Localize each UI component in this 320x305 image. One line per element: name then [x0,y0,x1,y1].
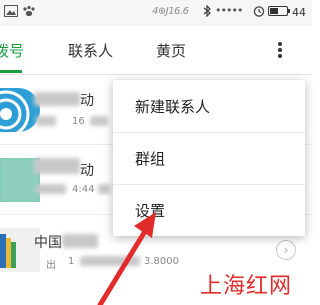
status-bar: 4⊕J16.6 ••••• 44 [0,0,312,26]
call-number-start: 1 [68,256,75,267]
more-options-icon[interactable] [270,36,290,64]
call-number-end: 3.8000 [144,256,179,267]
image-icon [4,5,18,17]
contact-name: 中国 [34,235,62,251]
call-time: 4:44 [72,184,95,195]
signal-dots: ••••• [215,4,243,17]
watermark-text: 上海红网 [200,274,293,299]
blurred-meta [98,184,110,194]
menu-item-label: 群组 [135,150,166,168]
overflow-menu: 新建联系人 群组 设置 [113,80,305,236]
call-meta: 16 [72,116,85,127]
menu-item-label: 设置 [135,202,166,220]
blurred-name [62,234,98,248]
blurred-name [34,158,80,174]
chevron-right-icon[interactable]: › [276,240,296,260]
blurred-meta [36,184,66,194]
blurred-meta [36,116,56,126]
contact-name: 动 [80,93,94,109]
tab-bar: 拨号 联系人 黄页 [0,26,312,75]
tab-dial[interactable]: 拨号 [0,40,24,61]
battery-icon [268,6,290,16]
alarm-icon [253,6,265,17]
menu-settings[interactable]: 设置 [113,184,305,236]
active-tab-indicator [0,70,22,73]
blurred-number [80,256,140,266]
battery-level: 44 [292,6,306,19]
contact-name: 动 [80,163,94,179]
bluetooth-icon [203,5,211,17]
menu-groups[interactable]: 群组 [113,132,305,184]
tab-yellow-pages[interactable]: 黄页 [156,40,186,61]
tab-contacts[interactable]: 联系人 [68,40,113,61]
call-direction: 出 [46,260,56,271]
paw-icon [23,5,35,17]
blurred-meta [90,116,108,126]
menu-new-contact[interactable]: 新建联系人 [113,80,305,132]
menu-item-label: 新建联系人 [135,98,211,116]
blurred-name [34,92,80,106]
status-center-text: 4⊕J16.6 [152,6,189,17]
